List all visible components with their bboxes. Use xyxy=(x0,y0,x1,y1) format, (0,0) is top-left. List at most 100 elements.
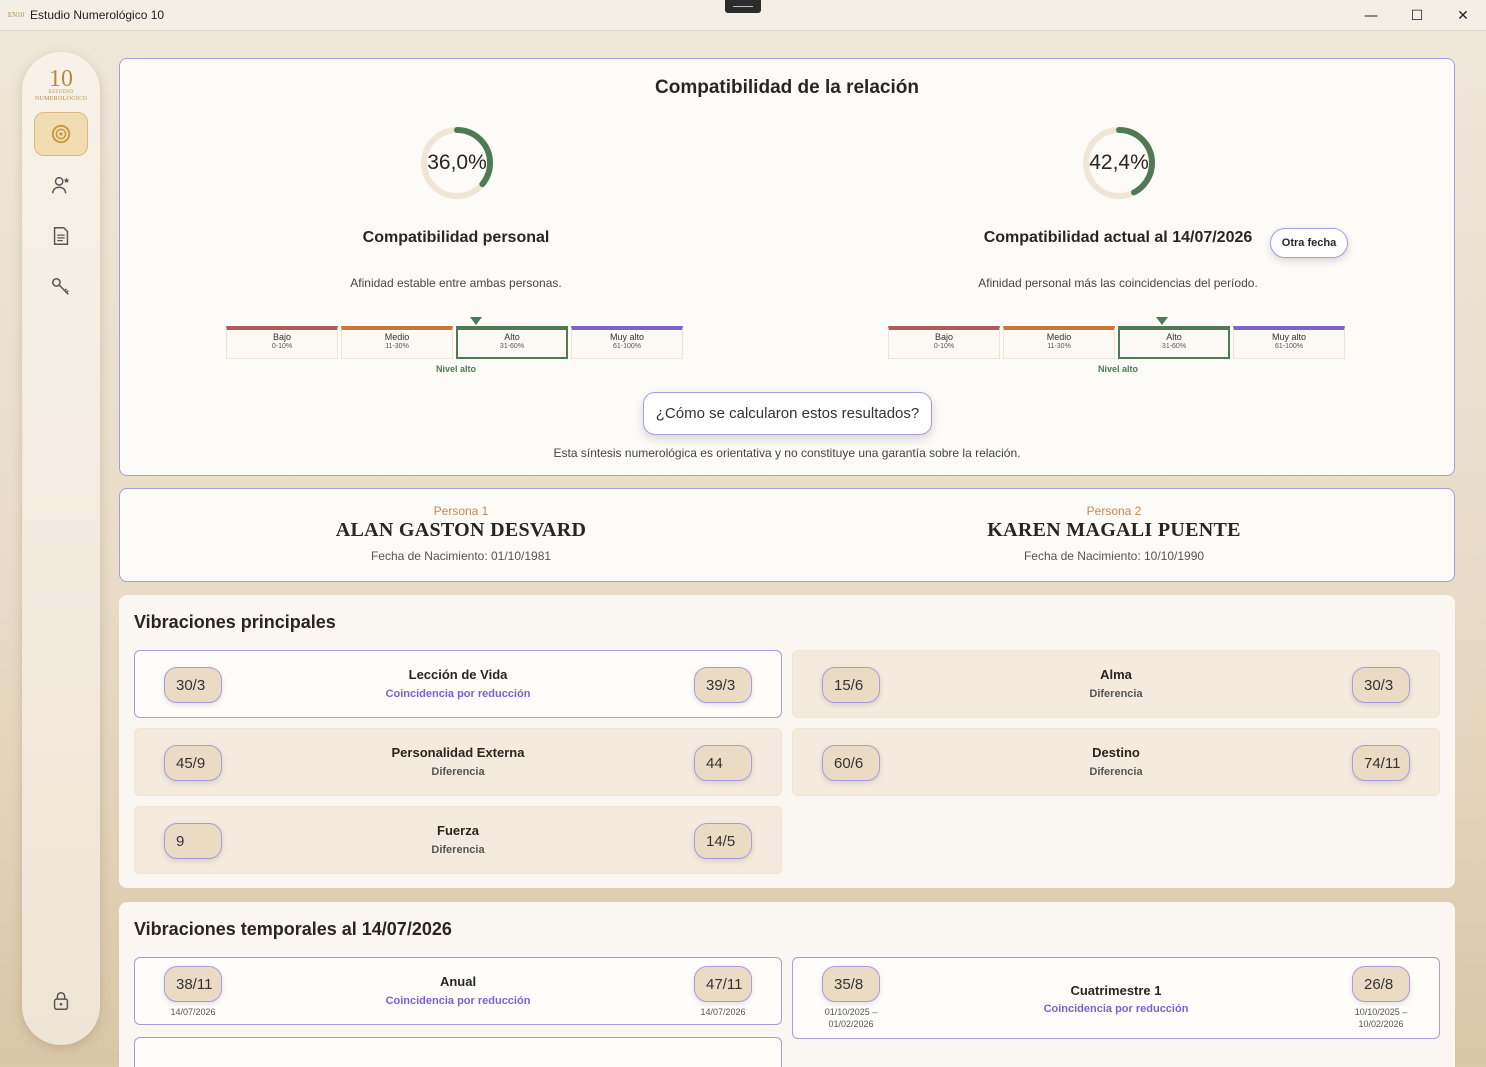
vibration-right-value: 39/3 xyxy=(694,667,752,703)
temporal-left-date-end: 01/02/2026 xyxy=(828,1019,874,1029)
scale-label: Alto xyxy=(1166,332,1182,342)
temporal-name: Cuatrimestre 1 xyxy=(1070,983,1162,998)
logo-line2: NUMEROLÓGICO xyxy=(34,96,88,102)
scale-bajo: Bajo 0-10% xyxy=(226,326,338,359)
vibration-status: Diferencia xyxy=(431,844,485,856)
temporal-card[interactable]: 35/8 01/10/2025 – 01/02/2026 Cuatrimestr… xyxy=(792,957,1440,1039)
scale-label: Muy alto xyxy=(609,332,644,342)
scale-range: 61-100% xyxy=(612,343,642,350)
lock-icon xyxy=(53,992,69,1010)
current-title: Compatibilidad actual al 14/07/2026 xyxy=(983,229,1253,246)
scale-alto: Alto 31-60% xyxy=(1118,326,1230,359)
vibration-card[interactable]: 9 Fuerza Diferencia 14/5 xyxy=(134,806,782,874)
personal-scale-pointer xyxy=(470,317,482,325)
personal-desc: Afinidad estable entre ambas personas. xyxy=(350,276,562,290)
vibration-status: Diferencia xyxy=(1089,766,1143,778)
logo-number: 10 xyxy=(49,66,73,92)
compatibility-panel: Compatibilidad de la relación 36,0% Comp… xyxy=(119,58,1455,476)
vibration-card[interactable]: 15/6 Alma Diferencia 30/3 xyxy=(792,650,1440,718)
temporal-left-date: 14/07/2026 xyxy=(170,1007,216,1017)
vibration-name: Lección de Vida xyxy=(408,667,508,682)
scale-range: 31-60% xyxy=(1161,343,1187,350)
app-icon-text: EN10 xyxy=(7,10,25,19)
temporal-name: Anual xyxy=(439,974,477,989)
other-date-button[interactable]: Otra fecha xyxy=(1270,228,1348,258)
compatibility-title: Compatibilidad de la relación xyxy=(655,77,919,98)
scale-label: Bajo xyxy=(934,332,953,342)
temporal-right-date-start: 10/10/2025 – xyxy=(1354,1007,1408,1017)
temporal-vibrations-title: Vibraciones temporales al 14/07/2026 xyxy=(134,919,452,939)
nav-license[interactable] xyxy=(34,265,88,309)
title-bar: EN10 Estudio Numerológico 10 — ☐ ✕ xyxy=(0,0,1486,31)
scale-label: Medio xyxy=(1046,332,1072,342)
scale-range: 0-10% xyxy=(933,343,955,350)
temporal-right-value: 26/8 xyxy=(1352,966,1410,1002)
document-icon xyxy=(53,227,69,245)
vibration-status: Diferencia xyxy=(1089,688,1143,700)
nav-lock[interactable] xyxy=(34,979,88,1023)
logo: 10 ESTUDIO NUMEROLÓGICO xyxy=(33,66,89,108)
current-level: Nivel alto xyxy=(1097,364,1138,374)
app-icon: EN10 xyxy=(8,7,24,23)
vibration-right-value: 14/5 xyxy=(694,823,752,859)
maximize-button[interactable]: ☐ xyxy=(1394,0,1440,31)
temporal-status: Coincidencia por reducción xyxy=(385,995,531,1007)
person-2-label: Persona 2 xyxy=(1086,504,1142,518)
nav-persons[interactable] xyxy=(34,163,88,207)
vibration-right-value: 44 xyxy=(694,745,752,781)
vibration-status: Coincidencia por reducción xyxy=(385,688,531,700)
scale-range: 61-100% xyxy=(1274,343,1304,350)
temporal-right-value: 47/11 xyxy=(694,966,752,1002)
sidebar: 10 ESTUDIO NUMEROLÓGICO xyxy=(22,52,100,1045)
personal-gauge: 36,0% xyxy=(417,123,497,203)
vibration-card[interactable]: 45/9 Personalidad Externa Diferencia 44 xyxy=(134,728,782,796)
temporal-card[interactable]: 38/11 14/07/2026 Anual Coincidencia por … xyxy=(134,957,782,1025)
vibration-name: Alma xyxy=(1100,667,1132,682)
scale-range: 0-10% xyxy=(271,343,293,350)
vibration-status: Diferencia xyxy=(431,766,485,778)
window-title: Estudio Numerológico 10 xyxy=(30,8,165,22)
person-2-birth: Fecha de Nacimiento: 10/10/1990 xyxy=(1023,549,1205,563)
person-2-name: KAREN MAGALI PUENTE xyxy=(987,519,1241,541)
scale-range: 31-60% xyxy=(499,343,525,350)
persons-panel: Persona 1 ALAN GASTON DESVARD Fecha de N… xyxy=(119,488,1455,582)
vibration-right-value: 30/3 xyxy=(1352,667,1410,703)
how-calculated-button[interactable]: ¿Cómo se calcularon estos resultados? xyxy=(643,392,932,435)
nav-report[interactable] xyxy=(34,214,88,258)
scale-muy-alto: Muy alto 61-100% xyxy=(571,326,683,359)
vibration-card[interactable]: 60/6 Destino Diferencia 74/11 xyxy=(792,728,1440,796)
person-1: Persona 1 ALAN GASTON DESVARD Fecha de N… xyxy=(261,504,661,563)
person-1-name: ALAN GASTON DESVARD xyxy=(335,519,587,541)
scale-bajo: Bajo 0-10% xyxy=(888,326,1000,359)
drag-handle[interactable] xyxy=(725,0,761,13)
scale-label: Medio xyxy=(384,332,410,342)
main-vibrations-title: Vibraciones principales xyxy=(134,612,336,632)
vibration-name: Destino xyxy=(1092,745,1140,760)
temporal-card-partial[interactable] xyxy=(134,1037,782,1067)
minimize-button[interactable]: — xyxy=(1348,0,1394,31)
scale-medio: Medio 11-30% xyxy=(1003,326,1115,359)
current-scale-pointer xyxy=(1156,317,1168,325)
vibration-card[interactable]: 30/3 Lección de Vida Coincidencia por re… xyxy=(134,650,782,718)
person-1-label: Persona 1 xyxy=(433,504,489,518)
vibration-right-value: 74/11 xyxy=(1352,745,1410,781)
scale-medio: Medio 11-30% xyxy=(341,326,453,359)
vibration-name: Fuerza xyxy=(437,823,479,838)
personal-title: Compatibilidad personal xyxy=(362,229,550,246)
scale-label: Muy alto xyxy=(1271,332,1306,342)
close-button[interactable]: ✕ xyxy=(1440,0,1486,31)
scale-label: Bajo xyxy=(272,332,291,342)
current-gauge: 42,4% xyxy=(1079,123,1159,203)
current-scale: Bajo 0-10% Medio 11-30% Alto 31-60% Muy … xyxy=(888,312,1348,374)
scale-label: Alto xyxy=(504,332,520,342)
scale-alto: Alto 31-60% xyxy=(456,326,568,359)
key-icon xyxy=(52,278,69,295)
personal-value: 36,0% xyxy=(427,151,487,174)
scale-muy-alto: Muy alto 61-100% xyxy=(1233,326,1345,359)
personal-scale: Bajo 0-10% Medio 11-30% Alto 31-60% Muy … xyxy=(226,312,686,374)
scale-range: 11-30% xyxy=(1047,343,1071,350)
person-1-birth: Fecha de Nacimiento: 01/10/1981 xyxy=(370,549,552,563)
nav-compatibility[interactable] xyxy=(34,112,88,156)
disclaimer: Esta síntesis numerológica es orientativ… xyxy=(553,446,1021,460)
personal-level: Nivel alto xyxy=(435,364,476,374)
